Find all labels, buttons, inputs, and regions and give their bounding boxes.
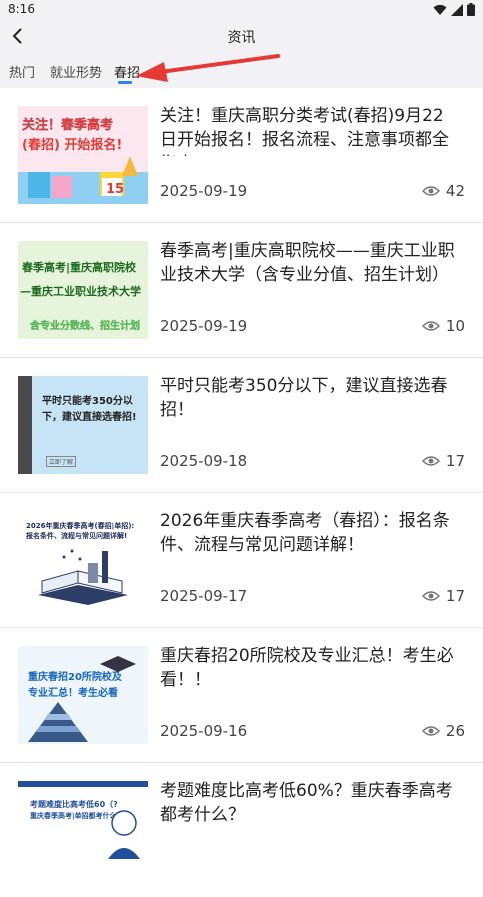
article-thumbnail: 考题难度比高考低60（? 重庆春季高考|单招都考什么? — [18, 781, 148, 879]
status-time: 8:16 — [8, 2, 35, 16]
article-title: 重庆春招20所院校及专业汇总！考生必看！！ — [160, 646, 454, 690]
page-title: 资讯 — [227, 30, 256, 46]
thumbnail-sidebar-bar — [18, 376, 32, 474]
title-bar: 资讯 — [0, 20, 483, 54]
article-item[interactable]: 2026年重庆春季高考(春招|单招): 报名条件、流程与常见问题详解! 2026… — [0, 493, 483, 628]
article-thumbnail: 关注！春季高考 (春招) 开始报名! 15 — [18, 106, 148, 204]
thumbnail-graphic — [38, 549, 128, 605]
thumbnail-graphic — [28, 656, 136, 742]
eye-icon — [421, 726, 440, 736]
article-title: 春季高考|重庆高职院校——重庆工业职业技术大学（含专业分值、招生计划） — [160, 241, 455, 285]
article-date: 2025-09-19 — [160, 182, 248, 200]
battery-icon — [467, 3, 475, 16]
view-count-number: 26 — [445, 722, 465, 740]
thumbnail-headline-2: (春招) 开始报名! — [22, 138, 123, 153]
article-date: 2025-09-19 — [160, 317, 248, 335]
article-thumbnail: 重庆春招20所院校及 专业汇总！考生必看 — [18, 646, 148, 744]
article-thumbnail: 春季高考|重庆高职院校 —重庆工业职业技术大学 含专业分数线、招生计划 — [18, 241, 148, 339]
article-date: 2025-09-17 — [160, 587, 248, 605]
eye-icon — [421, 321, 440, 331]
article-date: 2025-09-16 — [160, 722, 248, 740]
article-title: 平时只能考350分以下，建议直接选春招！ — [160, 376, 448, 420]
view-count: 17 — [421, 587, 465, 605]
thumbnail-headline-2: —重庆工业职业技术大学 — [20, 285, 141, 298]
thumbnail-calendar-number: 15 — [106, 182, 125, 197]
eye-icon — [421, 186, 440, 196]
view-count-number: 42 — [445, 182, 465, 200]
eye-icon — [421, 456, 440, 466]
thumbnail-headline-1: 春季高考|重庆高职院校 — [22, 261, 137, 274]
article-title: 考题难度比高考低60%？重庆春季高考都考什么？ — [160, 781, 453, 825]
thumbnail-headline-1: 平时只能考350分以 — [42, 396, 133, 407]
view-count-number: 17 — [445, 587, 465, 605]
article-title: 2026年重庆春季高考（春招）：报名条件、流程与常见问题详解！ — [160, 511, 450, 555]
thumbnail-graphic — [108, 810, 140, 859]
article-thumbnail: 平时只能考350分以 下，建议直接选春招! 立即了解 — [18, 376, 148, 474]
article-item[interactable]: 平时只能考350分以 下，建议直接选春招! 立即了解 平时只能考350分以下，建… — [0, 358, 483, 493]
thumbnail-learn-more: 立即了解 — [46, 456, 77, 467]
eye-icon — [421, 591, 440, 601]
view-count: 17 — [421, 452, 465, 470]
annotation-arrow — [136, 54, 280, 82]
article-item[interactable]: 考题难度比高考低60（? 重庆春季高考|单招都考什么? 考题难度比高考低60%？… — [0, 763, 483, 897]
article-thumbnail: 2026年重庆春季高考(春招|单招): 报名条件、流程与常见问题详解! — [18, 511, 148, 609]
article-item[interactable]: 春季高考|重庆高职院校 —重庆工业职业技术大学 含专业分数线、招生计划 春季高考… — [0, 223, 483, 358]
tab-employment[interactable]: 就业形势 — [50, 62, 102, 81]
thumbnail-headline-1: 关注！春季高考 — [22, 118, 114, 133]
article-title: 关注！重庆高职分类考试(春招)9月22日开始报名！报名流程、注意事项都全指南 — [160, 106, 449, 156]
view-count: 26 — [421, 722, 465, 740]
view-count-number: 10 — [445, 317, 465, 335]
view-count-number: 17 — [445, 452, 465, 470]
thumbnail-headline-2: 下，建议直接选春招! — [42, 412, 137, 423]
article-date: 2025-09-18 — [160, 452, 248, 470]
article-item[interactable]: 重庆春招20所院校及 专业汇总！考生必看 重庆春招20所院校及专业汇总！考生必看… — [0, 628, 483, 763]
view-count: 42 — [421, 182, 465, 200]
tab-hot[interactable]: 热门 — [9, 62, 35, 81]
status-icons — [433, 3, 475, 16]
view-count: 10 — [421, 317, 465, 335]
thumbnail-subline: 含专业分数线、招生计划 — [30, 321, 140, 332]
wifi-icon — [433, 4, 447, 15]
status-bar: 8:16 — [0, 0, 483, 20]
cellular-signal-icon — [451, 3, 463, 16]
article-item[interactable]: 关注！春季高考 (春招) 开始报名! 15 关注！重庆高职分类考试(春招)9月2… — [0, 88, 483, 223]
article-list: 关注！春季高考 (春招) 开始报名! 15 关注！重庆高职分类考试(春招)9月2… — [0, 88, 483, 897]
